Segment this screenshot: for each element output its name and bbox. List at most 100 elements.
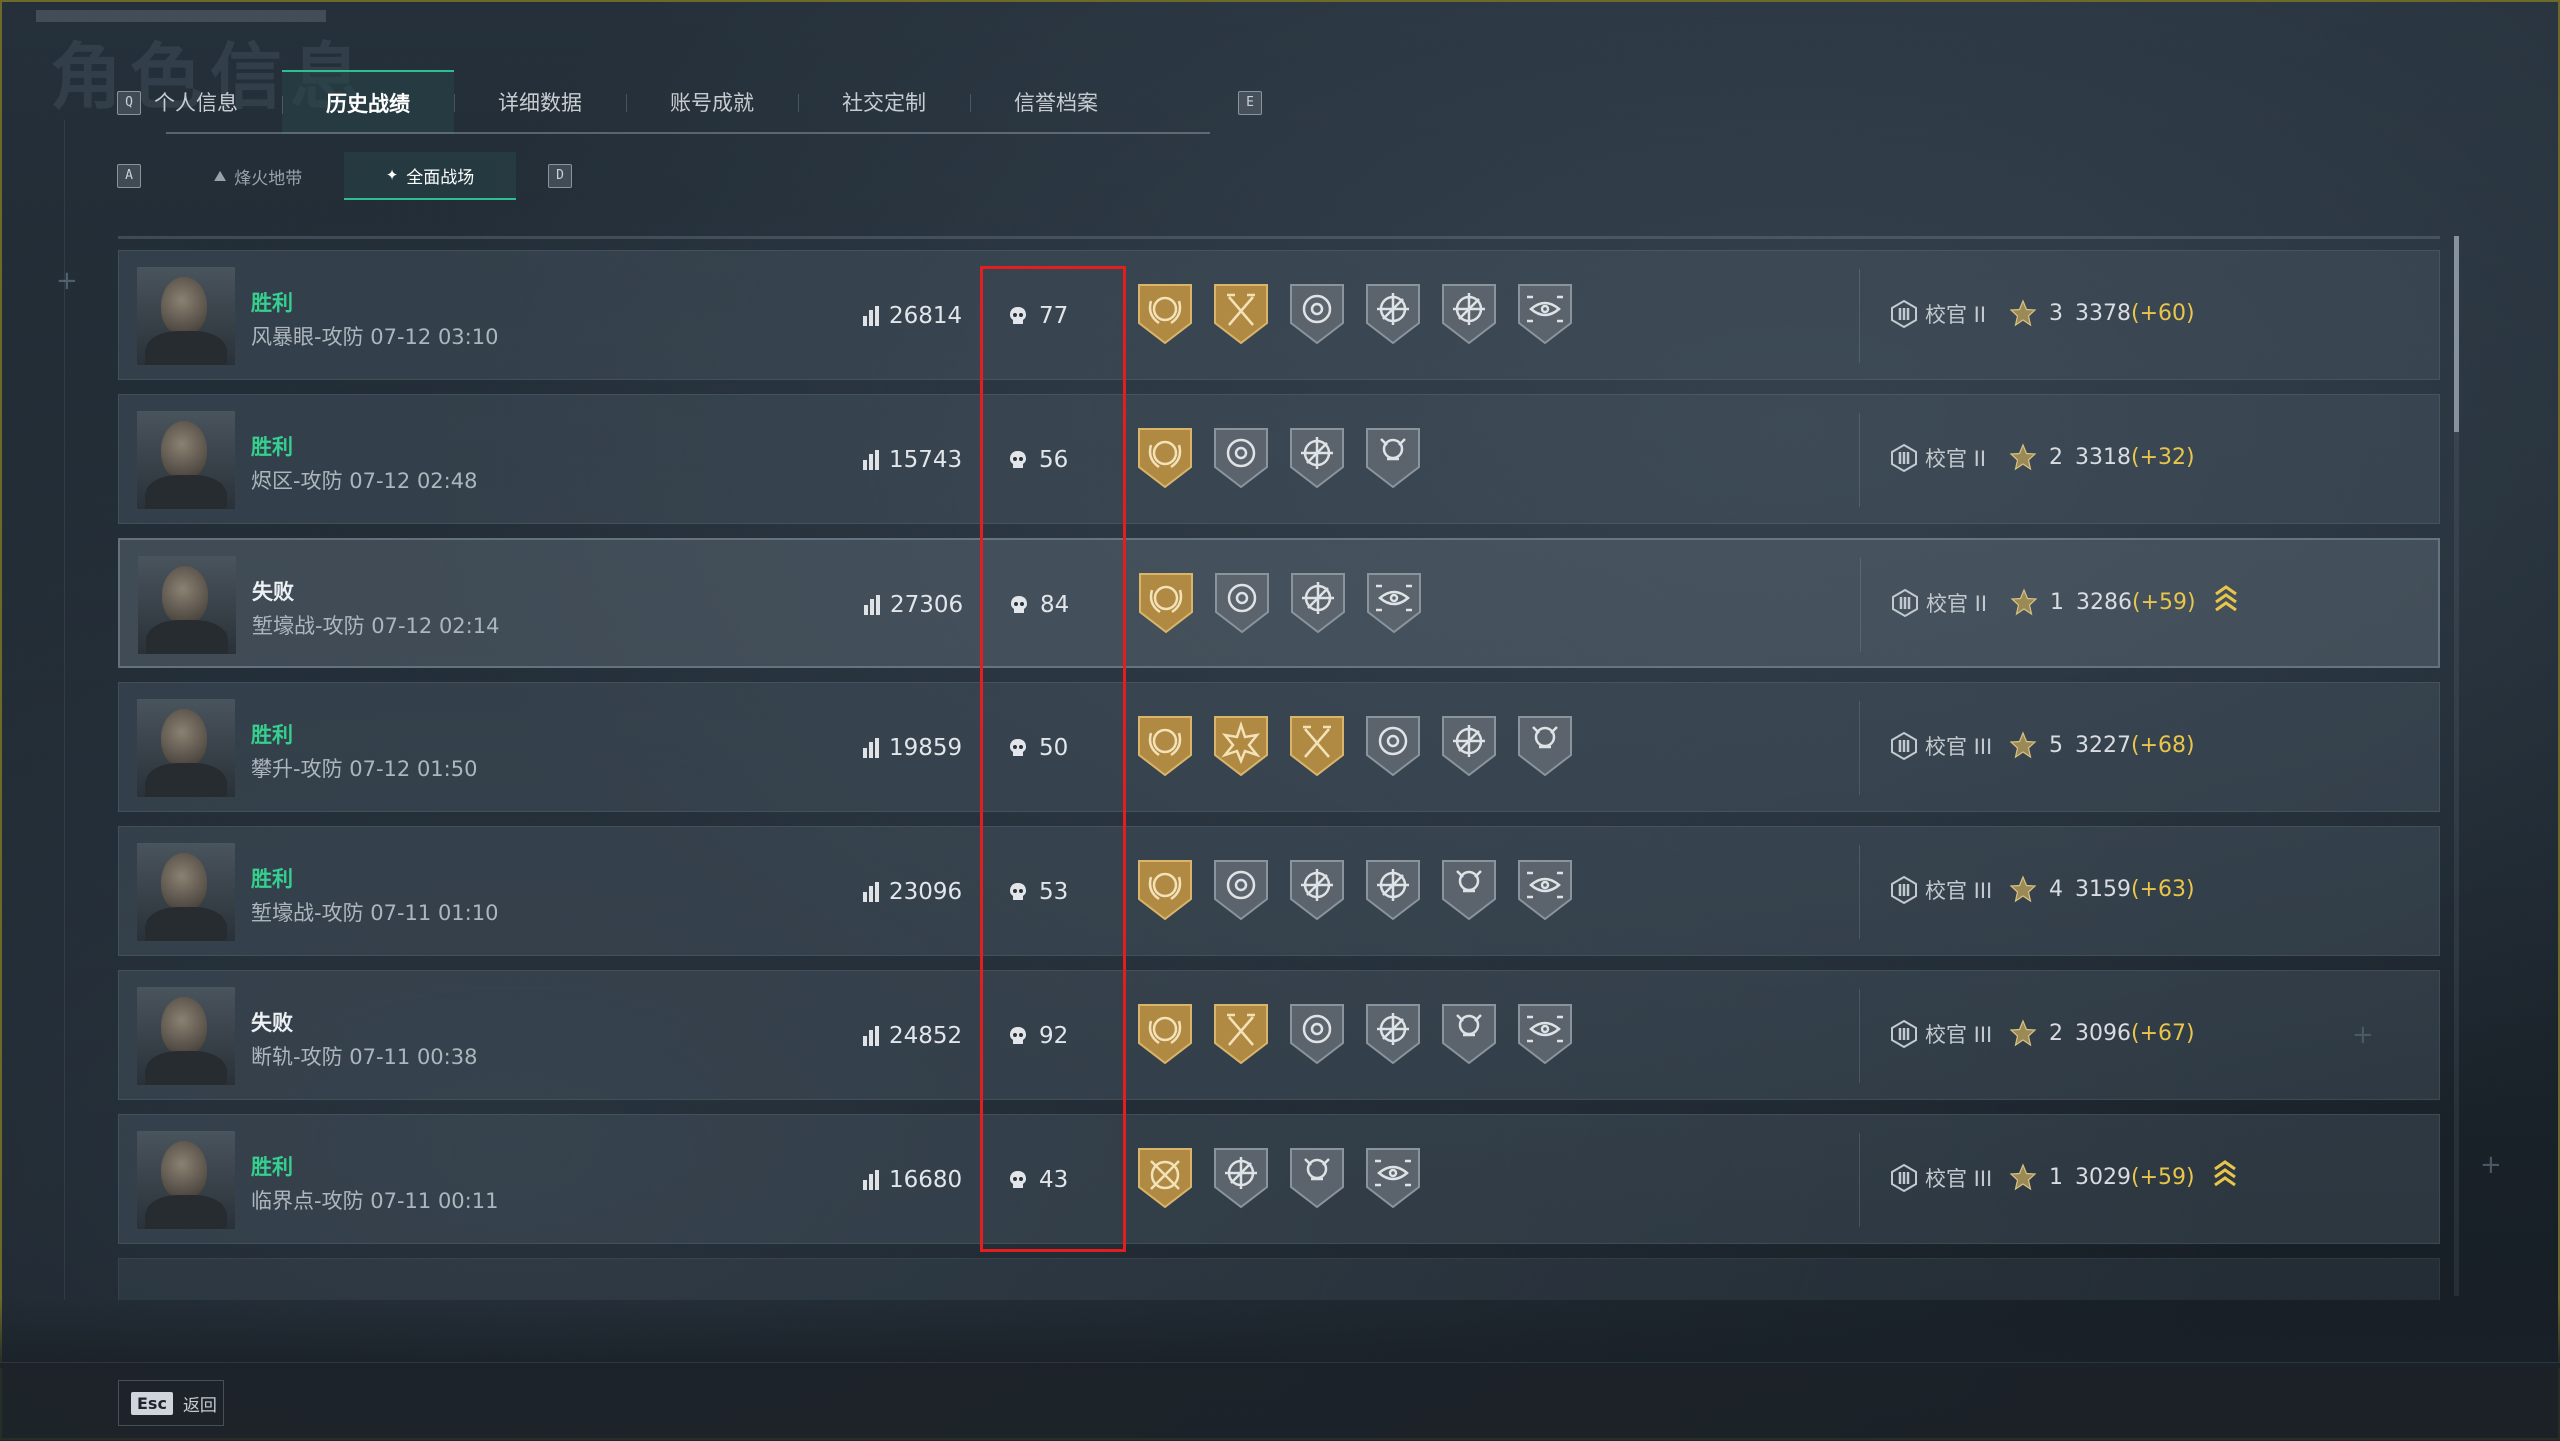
silver-skull-medal-icon[interactable] bbox=[1515, 713, 1575, 779]
silver-crosshair-medal-icon[interactable] bbox=[1363, 281, 1423, 347]
portrait-head bbox=[161, 421, 207, 479]
silver-target-medal-icon[interactable] bbox=[1287, 281, 1347, 347]
fire-zone-icon: ⛰ bbox=[213, 167, 227, 185]
key-hint-next-subtab[interactable]: D bbox=[548, 164, 572, 188]
rank-info: 校官 III bbox=[1889, 875, 1992, 905]
row-divider bbox=[1860, 558, 1861, 652]
silver-crosshair-medal-icon[interactable] bbox=[1211, 1145, 1271, 1211]
portrait-body bbox=[145, 475, 227, 509]
tab-2[interactable]: 历史战绩 bbox=[282, 70, 454, 134]
silver-eye-medal-icon[interactable] bbox=[1363, 1145, 1423, 1211]
match-map-time: 烬区-攻防 07-12 02:48 bbox=[251, 469, 478, 493]
score-value: 15743 bbox=[889, 447, 963, 473]
kills-value: 56 bbox=[1039, 447, 1069, 473]
silver-eye-medal-icon[interactable] bbox=[1364, 570, 1424, 636]
silver-crosshair-medal-icon[interactable] bbox=[1287, 857, 1347, 923]
silver-target-medal-icon[interactable] bbox=[1211, 425, 1271, 491]
tab-bar-underline bbox=[166, 132, 1210, 134]
silver-skull-medal-icon[interactable] bbox=[1439, 1001, 1499, 1067]
match-row[interactable]: 失败 断轨-攻防 07-11 00:38 24852 92 校官 III 2 3096(+6… bbox=[118, 970, 2440, 1100]
gold-wreath-medal-icon[interactable] bbox=[1135, 1001, 1195, 1067]
subtab-1[interactable]: ⛰ 烽火地带 bbox=[172, 152, 344, 200]
star-icon bbox=[2009, 1163, 2037, 1191]
match-kills: 84 bbox=[1010, 592, 1069, 618]
gold-burst-medal-icon[interactable] bbox=[1211, 713, 1271, 779]
medal-strip bbox=[1135, 425, 1423, 491]
points-delta: (+32) bbox=[2131, 444, 2195, 470]
tab-5[interactable]: 社交定制 bbox=[798, 70, 970, 134]
silver-crosshair-medal-icon[interactable] bbox=[1363, 1001, 1423, 1067]
key-hint-prev-subtab[interactable]: A bbox=[117, 164, 141, 188]
gold-swords-medal-icon[interactable] bbox=[1135, 1145, 1195, 1211]
silver-crosshair-medal-icon[interactable] bbox=[1288, 570, 1348, 636]
star-points: 3 3378(+60) bbox=[2009, 299, 2195, 327]
warfare-icon: ✦ bbox=[385, 166, 399, 184]
match-row[interactable]: 胜利 堑壕战-攻防 07-11 01:10 23096 53 校官 III 4 3159(+… bbox=[118, 826, 2440, 956]
silver-skull-medal-icon[interactable] bbox=[1439, 857, 1499, 923]
silver-crosshair-medal-icon[interactable] bbox=[1439, 281, 1499, 347]
rank-name: 校官 III bbox=[1925, 1023, 1993, 1047]
silver-skull-medal-icon[interactable] bbox=[1287, 1145, 1347, 1211]
match-history-list: 胜利 风暴眼-攻防 07-12 03:10 26814 77 校官 II 3 3378(+6… bbox=[118, 250, 2440, 1300]
gold-axes-medal-icon[interactable] bbox=[1211, 281, 1271, 347]
silver-target-medal-icon[interactable] bbox=[1211, 857, 1271, 923]
tab-6[interactable]: 信誉档案 bbox=[970, 70, 1142, 134]
tab-1[interactable]: 个人信息 bbox=[110, 70, 282, 134]
operator-portrait bbox=[137, 699, 235, 797]
rank-points: 3096(+67) bbox=[2075, 1021, 2195, 1046]
scrollbar-thumb[interactable] bbox=[2454, 236, 2459, 432]
gold-wreath-medal-icon[interactable] bbox=[1135, 281, 1195, 347]
gold-wreath-medal-icon[interactable] bbox=[1135, 425, 1195, 491]
rank-insignia-icon bbox=[1891, 443, 1917, 473]
star-points: 1 3286(+59) bbox=[2010, 588, 2196, 616]
match-row[interactable]: 胜利 攀升-攻防 07-12 01:50 19859 50 校官 III 5 3227(+6… bbox=[118, 682, 2440, 812]
silver-crosshair-medal-icon[interactable] bbox=[1363, 857, 1423, 923]
match-row[interactable]: 失败 堑壕战-攻防 07-12 02:14 27306 84 校官 II 1 3286(+5… bbox=[118, 538, 2440, 668]
kills-value: 92 bbox=[1039, 1023, 1069, 1049]
gold-wreath-medal-icon[interactable] bbox=[1135, 713, 1195, 779]
tab-3[interactable]: 详细数据 bbox=[454, 70, 626, 134]
subtab-2[interactable]: ✦ 全面战场 bbox=[344, 152, 516, 200]
match-row-partial[interactable] bbox=[118, 1258, 2440, 1300]
gold-wreath-medal-icon[interactable] bbox=[1136, 570, 1196, 636]
gold-axes-medal-icon[interactable] bbox=[1211, 1001, 1271, 1067]
esc-key: Esc bbox=[131, 1391, 173, 1415]
portrait-body bbox=[146, 620, 228, 654]
match-row[interactable]: 胜利 临界点-攻防 07-11 00:11 16680 43 校官 III 1 3029(+… bbox=[118, 1114, 2440, 1244]
gold-axes-medal-icon[interactable] bbox=[1287, 713, 1347, 779]
star-points: 5 3227(+68) bbox=[2009, 731, 2195, 759]
silver-target-medal-icon[interactable] bbox=[1212, 570, 1272, 636]
key-hint-next-tab[interactable]: E bbox=[1238, 91, 1262, 115]
gold-wreath-medal-icon[interactable] bbox=[1135, 857, 1195, 923]
decorative-plus: + bbox=[56, 266, 78, 296]
medal-strip bbox=[1135, 857, 1575, 923]
tab-4[interactable]: 账号成就 bbox=[626, 70, 798, 134]
skull-icon bbox=[1010, 307, 1026, 324]
silver-crosshair-medal-icon[interactable] bbox=[1287, 425, 1347, 491]
silver-skull-medal-icon[interactable] bbox=[1363, 425, 1423, 491]
match-row[interactable]: 胜利 烬区-攻防 07-12 02:48 15743 56 校官 II 2 3318(+32… bbox=[118, 394, 2440, 524]
operator-portrait bbox=[137, 1131, 235, 1229]
medal-strip bbox=[1135, 281, 1575, 347]
portrait-body bbox=[145, 331, 227, 365]
silver-eye-medal-icon[interactable] bbox=[1515, 281, 1575, 347]
silver-target-medal-icon[interactable] bbox=[1363, 713, 1423, 779]
rank-points: 3378(+60) bbox=[2075, 301, 2195, 326]
match-map-time: 堑壕战-攻防 07-12 02:14 bbox=[252, 614, 500, 638]
rank-insignia-icon bbox=[1891, 299, 1917, 329]
match-map-time: 堑壕战-攻防 07-11 01:10 bbox=[251, 901, 499, 925]
operator-portrait bbox=[137, 411, 235, 509]
mode-tab-bar: ⛰ 烽火地带 ✦ 全面战场 bbox=[172, 152, 516, 200]
points-value: 3096 bbox=[2075, 1020, 2131, 1046]
match-score: 19859 bbox=[863, 735, 962, 761]
silver-eye-medal-icon[interactable] bbox=[1515, 1001, 1575, 1067]
back-button[interactable]: Esc 返回 bbox=[118, 1380, 224, 1426]
match-row[interactable]: 胜利 风暴眼-攻防 07-12 03:10 26814 77 校官 II 3 3378(+6… bbox=[118, 250, 2440, 380]
silver-target-medal-icon[interactable] bbox=[1287, 1001, 1347, 1067]
silver-crosshair-medal-icon[interactable] bbox=[1439, 713, 1499, 779]
rank-points: 3286(+59) bbox=[2076, 590, 2196, 615]
rank-points: 3227(+68) bbox=[2075, 733, 2195, 758]
kills-value: 50 bbox=[1039, 735, 1069, 761]
score-bars-icon bbox=[863, 1026, 879, 1046]
silver-eye-medal-icon[interactable] bbox=[1515, 857, 1575, 923]
